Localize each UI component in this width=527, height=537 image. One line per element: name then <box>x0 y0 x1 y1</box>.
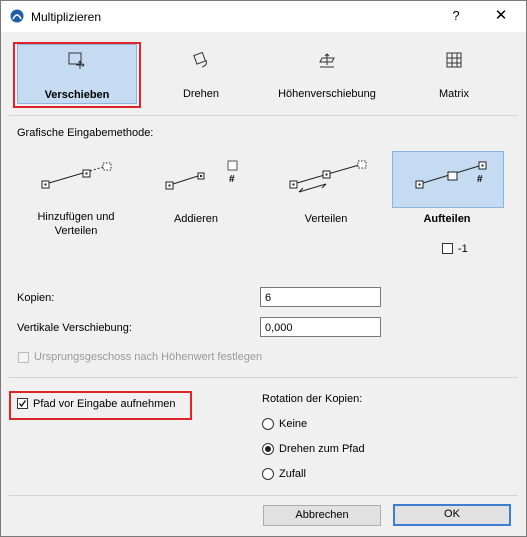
distribute-icon <box>289 160 367 193</box>
radio-dot <box>265 446 271 452</box>
method-hinzufuegen-verteilen[interactable] <box>21 151 131 206</box>
radio-drehen-zum-pfad[interactable] <box>262 443 274 455</box>
divider <box>9 377 518 378</box>
archicad-logo-icon <box>10 9 24 23</box>
hash-mark: # <box>477 174 483 185</box>
origin-story-checkbox[interactable] <box>18 352 29 363</box>
method-label: Addieren <box>173 213 219 225</box>
dialog-window: Multiplizieren ? ✕ Verschieben Drehen Hö… <box>0 0 527 537</box>
radio-zufall[interactable] <box>262 468 274 480</box>
vertical-offset-input[interactable]: 0,000 <box>260 317 381 337</box>
ok-button[interactable]: OK <box>393 504 511 526</box>
method-label: Verteilen <box>304 213 348 225</box>
elevate-icon <box>319 53 335 68</box>
tab-matrix[interactable]: Matrix <box>406 44 502 102</box>
rotation-heading: Rotation der Kopien: <box>262 393 363 405</box>
copies-label: Kopien: <box>17 292 55 304</box>
minus-one-label: -1 <box>458 243 468 255</box>
method-addieren[interactable]: # <box>141 151 251 206</box>
method-aufteilen[interactable]: # <box>392 151 504 208</box>
close-button[interactable]: ✕ <box>486 5 516 27</box>
checkmark-icon <box>18 400 27 408</box>
tab-label: Drehen <box>182 88 220 100</box>
add-icon: # <box>165 160 238 190</box>
minus-one-checkbox[interactable] <box>442 243 453 254</box>
split-icon: # <box>415 161 487 189</box>
transform-tabs: Verschieben Drehen Höhenverschiebung Mat… <box>1 32 526 112</box>
hash-mark: # <box>229 174 235 185</box>
method-label: Hinzufügen und Verteilen <box>37 211 115 237</box>
vertical-offset-label: Vertikale Verschiebung: <box>17 322 132 334</box>
window-title: Multiplizieren <box>31 10 102 24</box>
radio-keine[interactable] <box>262 418 274 430</box>
divider <box>9 495 518 496</box>
add-distribute-icon <box>41 162 112 189</box>
title-bar: Multiplizieren ? ✕ <box>1 1 526 32</box>
highlight-frame-tab <box>13 42 141 108</box>
method-label: Aufteilen <box>423 213 471 225</box>
cancel-button[interactable]: Abbrechen <box>263 505 381 526</box>
record-path-checkbox[interactable] <box>17 398 28 409</box>
tab-label: Matrix <box>439 88 469 100</box>
divider <box>9 115 518 116</box>
record-path-label: Pfad vor Eingabe aufnehmen <box>33 398 176 410</box>
rotate-icon <box>193 51 207 68</box>
method-verteilen[interactable] <box>271 151 381 206</box>
matrix-icon <box>446 52 462 68</box>
radio-label: Zufall <box>279 468 306 480</box>
origin-story-label: Ursprungsgeschoss nach Höhenwert festleg… <box>34 351 263 363</box>
radio-label: Drehen zum Pfad <box>279 443 365 455</box>
tab-drehen[interactable]: Drehen <box>153 44 249 102</box>
input-method-heading: Grafische Eingabemethode: <box>17 127 154 139</box>
tab-hoehenverschiebung[interactable]: Höhenverschiebung <box>263 44 391 102</box>
radio-label: Keine <box>279 418 308 430</box>
help-button[interactable]: ? <box>441 5 471 27</box>
copies-input[interactable]: 6 <box>260 287 381 307</box>
tab-label: Höhenverschiebung <box>278 88 376 100</box>
